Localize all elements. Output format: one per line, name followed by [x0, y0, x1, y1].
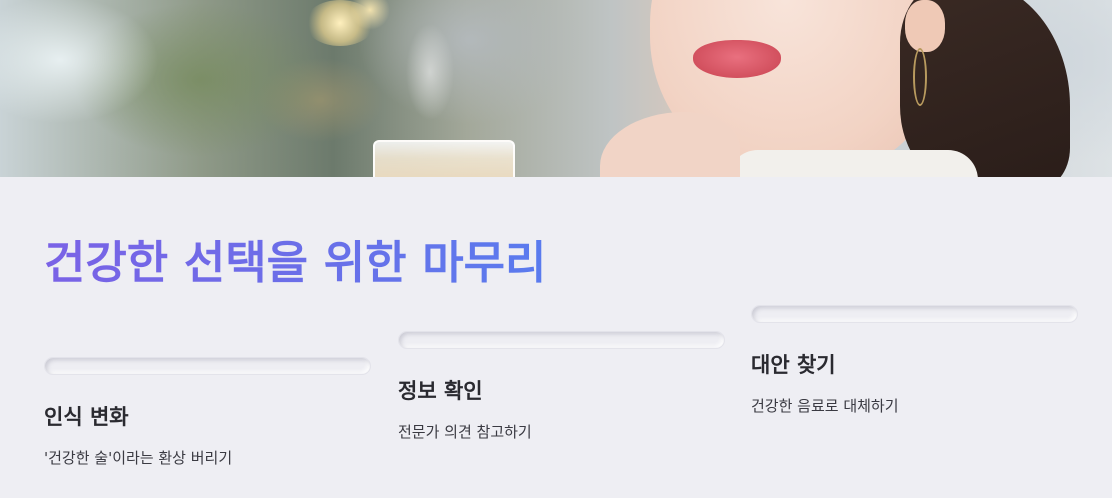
- step-card-alternative: 대안 찾기 건강한 음료로 대체하기: [751, 305, 1078, 416]
- card-description: '건강한 술'이라는 환상 버리기: [44, 449, 233, 467]
- card-title: 정보 확인: [398, 379, 483, 403]
- step-card-information: 정보 확인 전문가 의견 참고하기: [398, 331, 725, 442]
- drink-cup: [373, 140, 515, 177]
- steam: [395, 10, 465, 135]
- card-description: 전문가 의견 참고하기: [398, 423, 532, 441]
- card-bar: [44, 357, 371, 375]
- shirt: [728, 150, 978, 177]
- step-card-awareness: 인식 변화 '건강한 술'이라는 환상 버리기: [44, 357, 371, 468]
- card-title: 인식 변화: [44, 405, 129, 429]
- card-title: 대안 찾기: [751, 353, 836, 377]
- card-bar: [751, 305, 1078, 323]
- lips: [693, 40, 781, 78]
- hero-image: [0, 0, 1112, 177]
- hand: [600, 112, 740, 177]
- earring: [913, 48, 927, 106]
- card-description: 건강한 음료로 대체하기: [751, 397, 899, 415]
- ear: [905, 0, 945, 52]
- section-title: 건강한 선택을 위한 마무리: [44, 226, 546, 291]
- card-bar: [398, 331, 725, 349]
